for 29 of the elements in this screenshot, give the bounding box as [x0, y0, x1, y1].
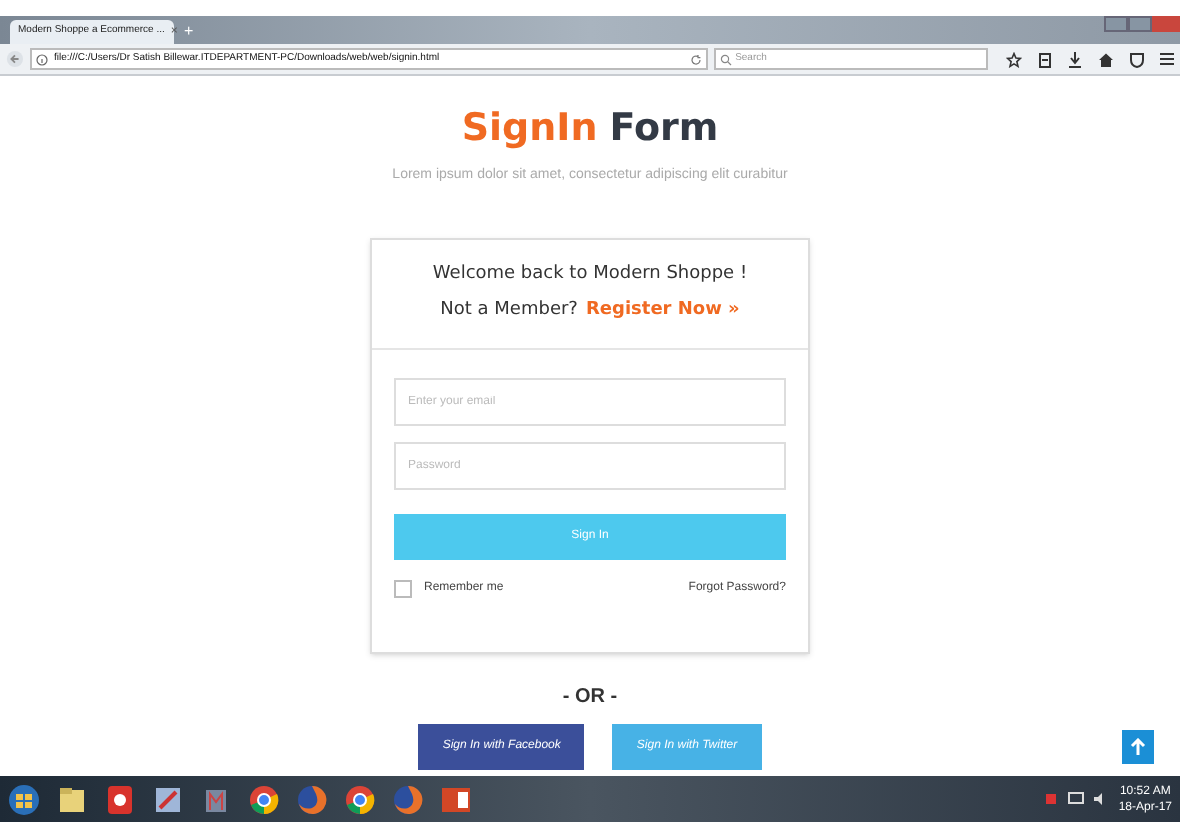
info-icon: [35, 53, 48, 65]
new-tab-button[interactable]: +: [184, 24, 194, 40]
paint-app-icon[interactable]: [152, 783, 184, 815]
scroll-top-button[interactable]: [1122, 730, 1154, 764]
firefox-icon[interactable]: [392, 783, 424, 815]
or-divider-text: - OR -: [562, 683, 618, 711]
menu-icon[interactable]: [1160, 52, 1174, 66]
reload-icon[interactable]: [689, 53, 702, 65]
media-app-icon[interactable]: [104, 783, 136, 815]
folder-icon[interactable]: [56, 783, 88, 815]
clipboard-icon[interactable]: [1038, 51, 1052, 67]
download-icon[interactable]: [1068, 51, 1082, 67]
member-prompt: Not a Member?: [440, 298, 578, 324]
welcome-text: Welcome back to Modern Shoppe !: [432, 261, 748, 287]
powerpoint-icon[interactable]: [440, 783, 472, 815]
firefox-icon[interactable]: [296, 783, 328, 815]
home-icon[interactable]: [1098, 51, 1114, 67]
heading-text: Form: [609, 104, 719, 154]
up-arrow-icon: [1130, 738, 1146, 756]
search-icon: [719, 53, 732, 65]
register-link[interactable]: Register Now »: [585, 298, 740, 325]
chrome-icon[interactable]: [344, 783, 376, 815]
heading-highlight: SignIn: [461, 104, 598, 154]
start-orb-icon[interactable]: [8, 783, 40, 815]
chrome-icon[interactable]: [248, 783, 280, 815]
back-arrow-icon[interactable]: [6, 50, 24, 68]
remember-checkbox[interactable]: [394, 579, 412, 597]
shield-icon[interactable]: [1130, 51, 1144, 67]
star-icon[interactable]: [1006, 51, 1022, 67]
